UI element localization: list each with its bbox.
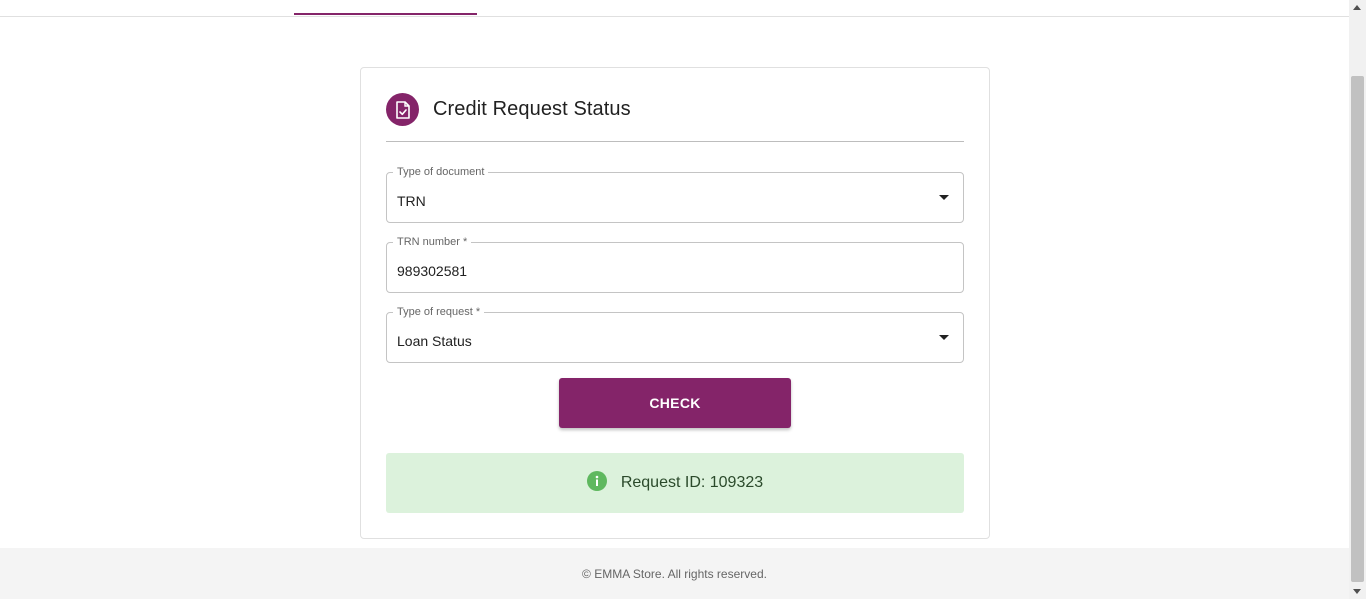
card-header: Credit Request Status	[386, 93, 964, 142]
trn-number-input[interactable]: TRN number * 989302581	[386, 236, 964, 293]
document-check-icon	[386, 93, 419, 126]
page-title: Credit Request Status	[433, 98, 631, 120]
active-tab-indicator	[294, 13, 477, 15]
page-scrollbar[interactable]	[1349, 0, 1366, 599]
chevron-down-icon	[939, 335, 949, 340]
top-nav-bar	[0, 0, 1349, 17]
chevron-down-icon	[939, 195, 949, 200]
request-id-text: Request ID: 109323	[620, 474, 764, 491]
scrollbar-thumb[interactable]	[1351, 76, 1364, 582]
credit-request-card: Credit Request Status Type of document T…	[360, 67, 990, 539]
info-icon	[586, 471, 607, 491]
scroll-up-arrow-icon[interactable]	[1353, 5, 1361, 10]
request-id-alert: Request ID: 109323	[386, 453, 964, 513]
document-type-select[interactable]: Type of document TRN	[386, 166, 964, 223]
scroll-down-arrow-icon[interactable]	[1353, 589, 1361, 594]
footer: © EMMA Store. All rights reserved.	[0, 548, 1349, 599]
trn-number-value: 989302581	[397, 263, 468, 279]
request-type-select[interactable]: Type of request * Loan Status	[386, 306, 964, 363]
trn-number-label: TRN number *	[393, 236, 472, 249]
document-type-value: TRN	[397, 193, 426, 209]
copyright-text: © EMMA Store. All rights reserved.	[582, 566, 767, 581]
document-type-label: Type of document	[393, 166, 489, 179]
request-type-value: Loan Status	[397, 333, 472, 349]
check-button[interactable]: CHECK	[559, 378, 791, 428]
request-type-label: Type of request *	[393, 306, 485, 319]
